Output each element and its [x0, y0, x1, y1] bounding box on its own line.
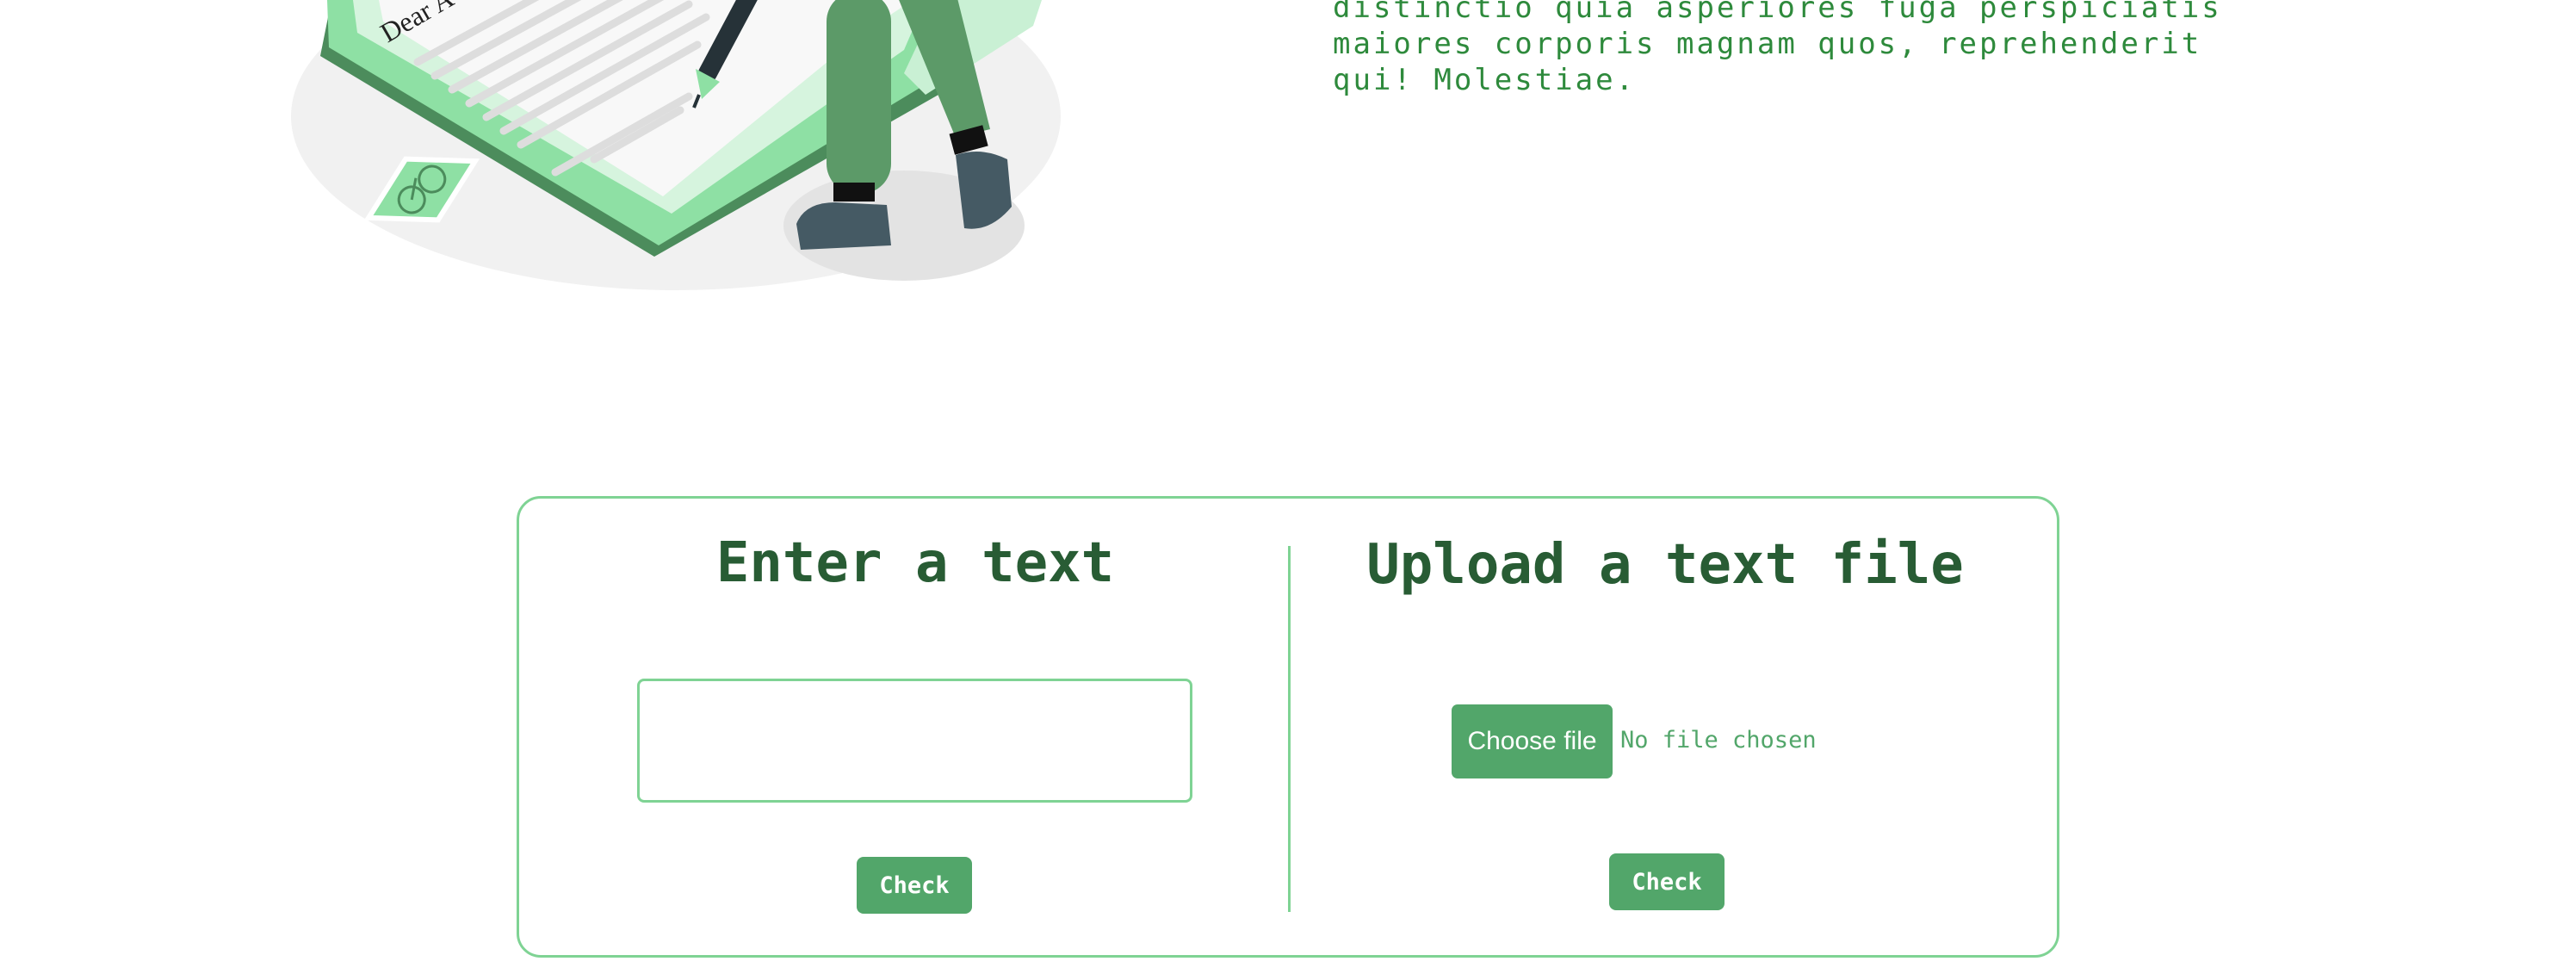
writing-letter-illustration: Dear A	[291, 0, 1061, 290]
panel-divider	[1288, 546, 1291, 912]
text-input[interactable]	[637, 679, 1192, 803]
choose-file-button[interactable]: Choose file	[1452, 704, 1613, 778]
check-file-button[interactable]: Check	[1609, 853, 1725, 910]
text-panel-title: Enter a text	[715, 531, 1115, 595]
file-panel-title: Upload a text file	[1366, 533, 1964, 597]
checker-card: Enter a text Check Upload a text file Ch…	[517, 496, 2059, 958]
file-status-text: No file chosen	[1620, 727, 1817, 754]
intro-paragraph: distinctio quia asperiores fuga perspici…	[1333, 0, 2222, 97]
check-text-button[interactable]: Check	[857, 857, 972, 914]
